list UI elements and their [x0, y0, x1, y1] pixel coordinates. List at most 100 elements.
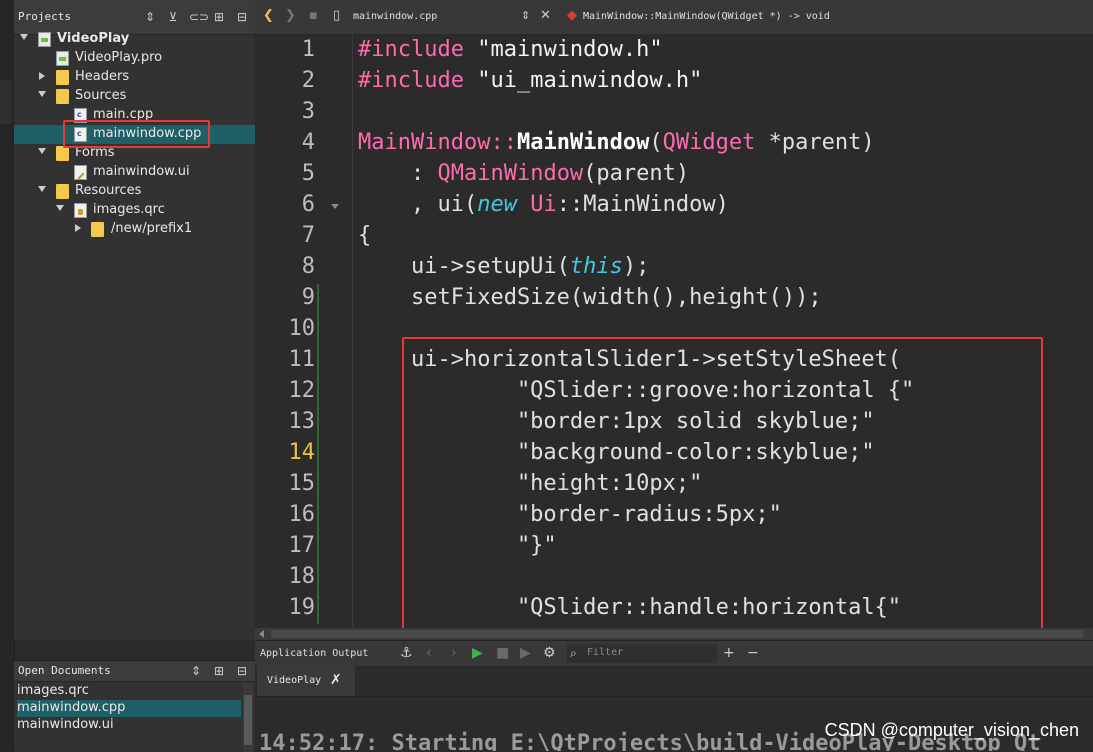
- highlight-box-file: [63, 120, 210, 148]
- link-icon[interactable]: ⊂⊃: [189, 9, 209, 25]
- code-line[interactable]: : QMainWindow(parent): [358, 161, 689, 186]
- debug-icon[interactable]: ▶: [520, 646, 531, 660]
- close-file-icon[interactable]: ✕: [540, 9, 551, 23]
- line-number: 7: [301, 223, 315, 248]
- folder-h-icon: [56, 70, 69, 85]
- gutter-separator: [352, 34, 353, 628]
- open-documents-panel: Open Documents ⇕ ⊞ ⊟ images.qrc mainwind…: [14, 660, 255, 752]
- collapse-arrow-icon[interactable]: [20, 34, 28, 40]
- watermark: CSDN @computer_vision_chen: [824, 720, 1079, 740]
- output-filter-input[interactable]: ⌕ Filter: [567, 644, 717, 663]
- open-doc-item[interactable]: mainwindow.cpp: [17, 700, 241, 717]
- code-line[interactable]: ui->setupUi(this);: [358, 254, 649, 279]
- line-number: 19: [288, 595, 316, 620]
- projects-panel: Projects ⇕ ⊻ ⊂⊃ ⊞ ⊟ VideoPlay VideoPlay.…: [14, 0, 255, 640]
- code-line[interactable]: setFixedSize(width(),height());: [358, 285, 822, 310]
- stop-icon[interactable]: ■: [496, 646, 509, 660]
- line-number: 11: [288, 347, 316, 372]
- zoom-in-icon[interactable]: +: [723, 646, 735, 660]
- qrc-file-icon: [74, 203, 87, 218]
- code-line[interactable]: {: [358, 223, 371, 248]
- editor-horizontal-scrollbar[interactable]: [255, 628, 1093, 640]
- code-line[interactable]: #include "mainwindow.h": [358, 37, 663, 62]
- line-number: 9: [301, 285, 315, 310]
- open-doc-item[interactable]: mainwindow.ui: [17, 717, 241, 734]
- next-icon[interactable]: ›: [451, 646, 457, 660]
- expand-arrow-icon[interactable]: [39, 72, 45, 80]
- collapse-arrow-icon[interactable]: [38, 148, 46, 154]
- settings-gear-icon[interactable]: ⚙: [543, 646, 556, 660]
- tree-item-label: VideoPlay: [57, 31, 130, 46]
- close-panel-icon[interactable]: ⊟: [235, 663, 249, 679]
- scrollbar-thumb[interactable]: [271, 630, 1083, 638]
- tree-item-prefix[interactable]: /new/prefix1: [14, 220, 255, 239]
- folder-icon: [91, 222, 104, 237]
- attach-icon[interactable]: ⚓: [400, 646, 413, 660]
- tree-item-images-qrc[interactable]: images.qrc: [14, 201, 255, 220]
- tree-item-headers[interactable]: Headers: [14, 68, 255, 87]
- code-line[interactable]: #include "ui_mainwindow.h": [358, 68, 702, 93]
- tree-item-label: VideoPlay.pro: [75, 50, 163, 65]
- projects-panel-title: Projects: [18, 10, 71, 23]
- tree-item-label: Sources: [75, 88, 127, 103]
- expand-arrow-icon[interactable]: [75, 224, 81, 232]
- tab-label: VideoPlay: [267, 675, 322, 686]
- output-tab-bar: VideoPlay ✗: [255, 666, 1093, 697]
- file-dropdown-icon[interactable]: ⇕: [521, 9, 530, 23]
- mode-sidebar: [0, 0, 15, 751]
- folder-cpp-icon: [56, 89, 69, 104]
- collapse-arrow-icon[interactable]: [38, 91, 46, 97]
- line-number: 2: [301, 68, 315, 93]
- view-switch-icon[interactable]: ⇕: [189, 663, 203, 679]
- open-doc-item[interactable]: images.qrc: [17, 683, 241, 700]
- folder-forms-icon: [56, 146, 69, 161]
- cpp-file-icon: ▯: [333, 8, 341, 23]
- mode-selector-mark[interactable]: [0, 80, 12, 124]
- open-doc-label: mainwindow.ui: [17, 717, 114, 732]
- code-line[interactable]: MainWindow::MainWindow(QWidget *parent): [358, 130, 875, 155]
- tab-videoplay[interactable]: VideoPlay ✗: [257, 666, 355, 696]
- close-panel-icon[interactable]: ⊟: [235, 9, 249, 25]
- open-documents-header: Open Documents ⇕ ⊞ ⊟: [14, 661, 255, 682]
- tree-item-label: /new/prefix1: [111, 221, 193, 236]
- line-number-gutter: 1 2 3 4 5 6 7 8 9 10 11 12 13 14 15 16 1…: [255, 34, 353, 628]
- output-pane-title: Application Output: [260, 648, 369, 659]
- current-symbol[interactable]: MainWindow::MainWindow(QWidget *) -> voi…: [583, 11, 830, 22]
- tree-item-videoplay[interactable]: VideoPlay: [14, 30, 255, 49]
- collapse-arrow-icon[interactable]: [38, 186, 46, 192]
- collapse-arrow-icon[interactable]: [56, 205, 64, 211]
- split-icon[interactable]: ⊞: [212, 663, 226, 679]
- scrollbar-thumb[interactable]: [244, 695, 252, 745]
- ui-file-icon: [74, 165, 87, 180]
- filter-icon[interactable]: ⊻: [166, 9, 180, 25]
- previous-icon[interactable]: ‹: [426, 646, 432, 660]
- highlight-box-code: [402, 337, 1043, 642]
- symbol-icon: ◆: [567, 8, 577, 23]
- code-line[interactable]: , ui(new Ui::MainWindow): [358, 192, 729, 217]
- line-number: 15: [288, 471, 316, 496]
- tree-item-videoplay-pro[interactable]: VideoPlay.pro: [14, 49, 255, 68]
- line-number: 4: [301, 130, 315, 155]
- close-tab-icon[interactable]: ✗: [330, 672, 342, 688]
- folder-resources-icon: [56, 184, 69, 199]
- scroll-left-icon[interactable]: [259, 630, 264, 638]
- output-toolbar: Application Output ⚓ ‹ › ▶ ■ ▶ ⚙ ⌕ Filte…: [255, 640, 1093, 668]
- zoom-out-icon[interactable]: −: [747, 646, 759, 660]
- current-file-name[interactable]: mainwindow.cpp: [353, 11, 437, 22]
- open-documents-scrollbar[interactable]: [243, 683, 253, 752]
- view-switch-icon[interactable]: ⇕: [143, 9, 157, 25]
- fold-marker-icon[interactable]: [331, 204, 339, 209]
- tree-item-mainwindow-ui[interactable]: mainwindow.ui: [14, 163, 255, 182]
- split-icon[interactable]: ⊞: [212, 9, 226, 25]
- open-doc-label: mainwindow.cpp: [17, 700, 126, 715]
- open-documents-title: Open Documents: [18, 664, 111, 677]
- back-arrow-icon[interactable]: ❮: [263, 9, 274, 23]
- tree-item-label: Headers: [75, 69, 130, 84]
- tree-item-sources[interactable]: Sources: [14, 87, 255, 106]
- change-indicator: [317, 284, 319, 624]
- line-number: 8: [301, 254, 315, 279]
- forward-arrow-icon[interactable]: ❯: [285, 9, 296, 23]
- editor-toolbar: ❮ ❯ ▪ ▯ mainwindow.cpp ⇕ ✕ ◆ MainWindow:…: [255, 0, 1093, 35]
- tree-item-resources[interactable]: Resources: [14, 182, 255, 201]
- run-icon[interactable]: ▶: [472, 646, 483, 660]
